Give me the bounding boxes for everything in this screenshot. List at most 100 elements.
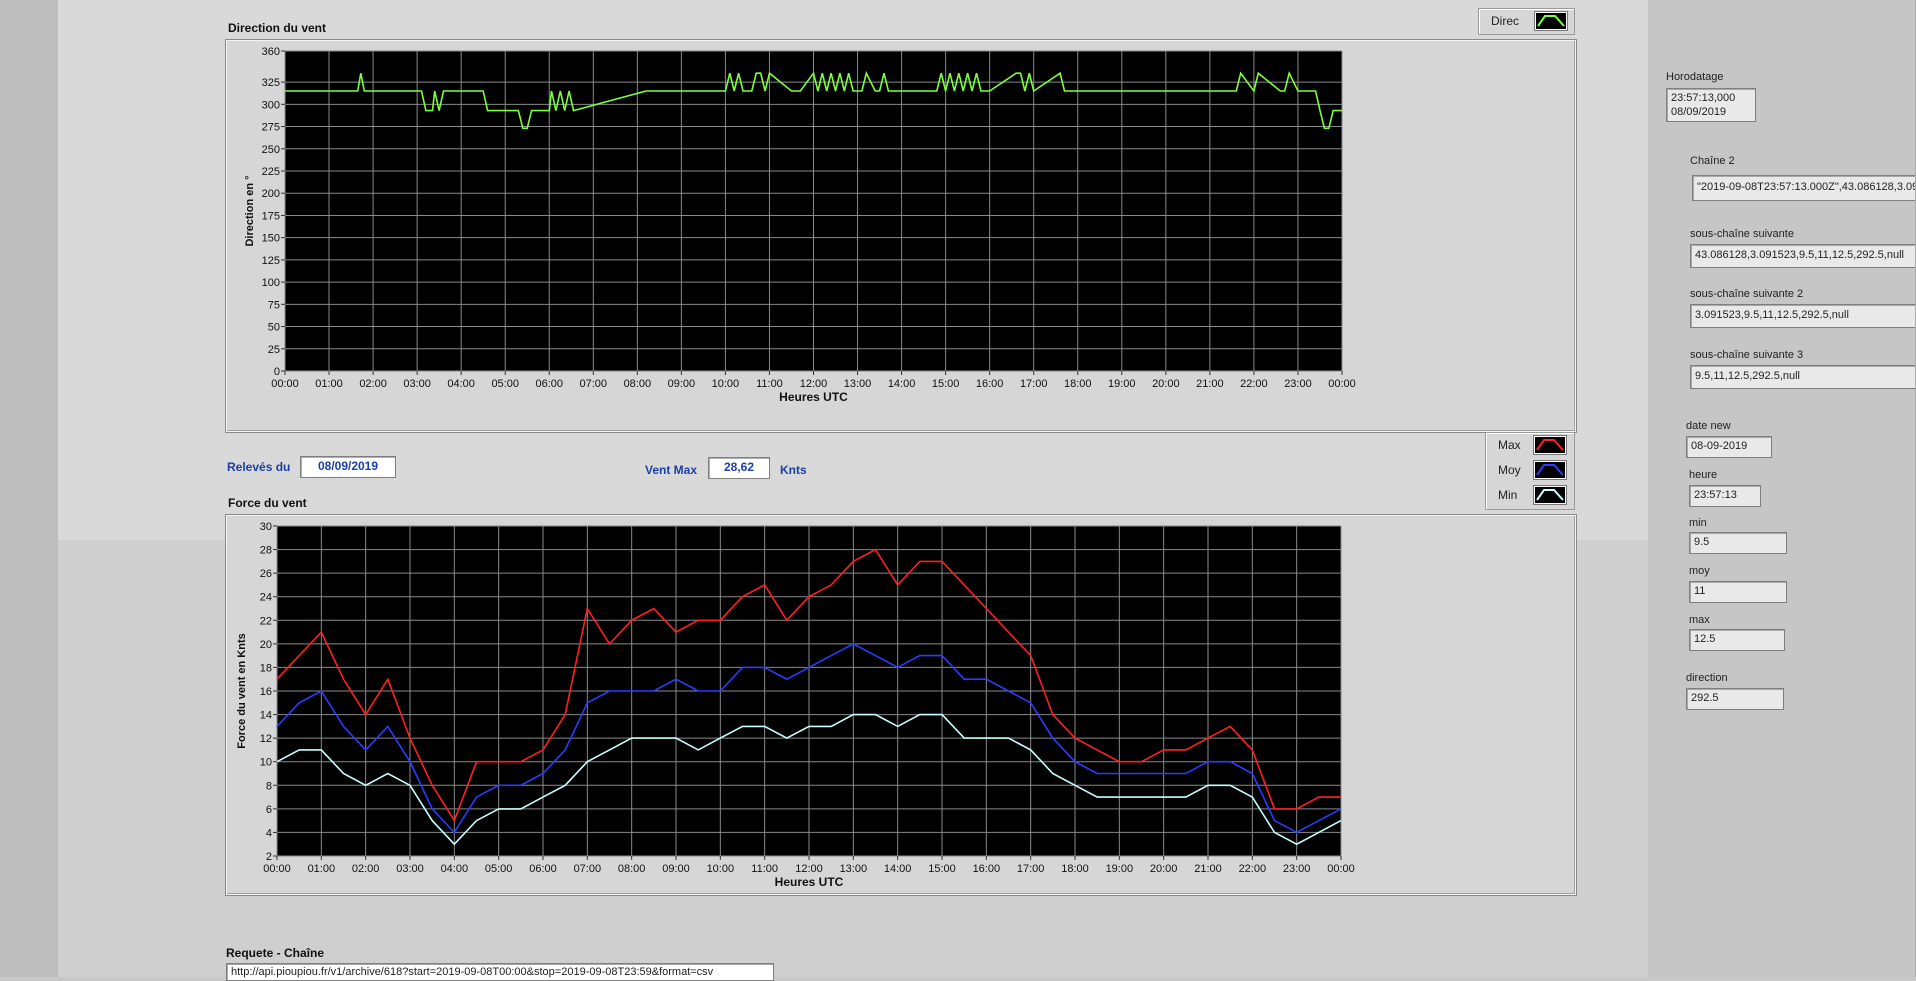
sous3-field[interactable]: 9.5,11,12.5,292.5,null (1690, 365, 1916, 389)
direction-legend[interactable]: Direc (1478, 8, 1575, 35)
direction-chart-x-tick-label: 09:00 (668, 378, 696, 390)
force-chart-y-tick-label: 20 (260, 639, 272, 651)
direction-chart-y-tick-label: 150 (262, 233, 280, 245)
direction-chart-y-tick-label: 125 (262, 255, 280, 267)
force-chart-x-tick-label: 13:00 (840, 863, 868, 875)
direction-chart-x-tick-label: 17:00 (1020, 378, 1048, 390)
horodatage-field[interactable]: 23:57:13,000 08/09/2019 (1666, 88, 1756, 122)
force-chart-y-axis-label: Force du vent en Knts (236, 633, 248, 749)
chaine2-field[interactable]: "2019-09-08T23:57:13.000Z",43.086128,3.0… (1692, 175, 1916, 201)
force-chart-y-tick-label: 28 (260, 545, 272, 557)
direction-chart-y-tick-label: 360 (262, 46, 280, 58)
direction-chart-x-tick-label: 05:00 (491, 378, 519, 390)
force-chart-y-tick-label: 6 (266, 804, 272, 816)
direction-field[interactable]: 292.5 (1686, 688, 1784, 710)
force-chart-x-tick-label: 22:00 (1239, 863, 1267, 875)
direction-chart-x-tick-label: 00:00 (1328, 378, 1356, 390)
direction-chart-x-tick-label: 02:00 (359, 378, 387, 390)
force-chart-x-tick-label: 11:00 (751, 863, 778, 875)
force-chart-x-tick-label: 09:00 (662, 863, 690, 875)
force-chart-x-tick-label: 19:00 (1106, 863, 1134, 875)
max-field[interactable]: 12.5 (1689, 629, 1785, 651)
force-chart-y-tick-label: 4 (266, 827, 272, 839)
heure-field[interactable]: 23:57:13 (1689, 485, 1761, 507)
direction-legend-line-icon (1537, 15, 1565, 27)
sous1-label: sous-chaîne suivante (1690, 228, 1794, 240)
direction-legend-swatch[interactable] (1534, 11, 1568, 31)
datenew-field[interactable]: 08-09-2019 (1686, 436, 1772, 458)
force-chart-x-tick-label: 16:00 (973, 863, 1001, 875)
force-chart-y-tick-label: 22 (260, 615, 272, 627)
force-chart-x-tick-label: 12:00 (795, 863, 823, 875)
force-chart-y-tick-label: 10 (260, 757, 272, 769)
force-chart-x-tick-label: 00:00 (1327, 863, 1355, 875)
direction-chart-y-tick-label: 250 (262, 144, 280, 156)
legend-min-swatch[interactable] (1533, 485, 1567, 505)
force-chart-x-tick-label: 04:00 (441, 863, 469, 875)
direction-chart-x-axis-label: Heures UTC (779, 390, 848, 404)
direction-chart-x-tick-label: 22:00 (1240, 378, 1268, 390)
force-chart-x-tick-label: 14:00 (884, 863, 912, 875)
direction-label: direction (1686, 672, 1728, 684)
force-chart-x-tick-label: 20:00 (1150, 863, 1178, 875)
force-chart-y-tick-label: 16 (260, 686, 272, 698)
sous2-field[interactable]: 3.091523,9.5,11,12.5,292.5,null (1690, 304, 1916, 328)
direction-chart-y-tick-label: 200 (262, 188, 280, 200)
direction-chart-x-tick-label: 18:00 (1064, 378, 1092, 390)
direction-chart-x-tick-label: 10:00 (712, 378, 740, 390)
legend-moy-label: Moy (1498, 463, 1521, 477)
force-chart: 00:00 01:00 02:00 03:00 04:00 05:00 06:00 07:00… (225, 514, 1577, 896)
max-label: max (1689, 614, 1710, 626)
moy-field[interactable]: 11 (1689, 581, 1787, 603)
force-chart-y-tick-label: 24 (260, 592, 272, 604)
direction-chart-x-tick-label: 15:00 (932, 378, 960, 390)
force-legend[interactable]: Max Moy Min (1485, 432, 1575, 510)
heure-label: heure (1689, 469, 1718, 481)
requete-label: Requete - Chaîne (226, 946, 325, 960)
force-chart-x-tick-label: 17:00 (1017, 863, 1045, 875)
direction-chart-x-tick-label: 00:00 (271, 378, 299, 390)
horodatage-time: 23:57:13,000 (1671, 92, 1736, 104)
direction-chart-y-tick-label: 175 (262, 210, 280, 222)
direction-chart-y-tick-label: 0 (274, 366, 280, 378)
force-chart-x-tick-label: 06:00 (529, 863, 557, 875)
ventmax-value-field[interactable]: 28,62 (708, 457, 770, 479)
ventmax-unit: Knts (780, 463, 807, 477)
releves-date-field[interactable]: 08/09/2019 (300, 456, 396, 478)
min-field[interactable]: 9.5 (1689, 532, 1787, 554)
direction-chart-y-tick-label: 100 (262, 277, 280, 289)
direction-chart-x-tick-label: 20:00 (1152, 378, 1180, 390)
force-chart-y-tick-label: 14 (260, 710, 272, 722)
force-chart-title: Force du vent (228, 496, 307, 510)
legend-max-label: Max (1498, 438, 1521, 452)
direction-chart-x-tick-label: 03:00 (403, 378, 431, 390)
direction-chart-y-tick-label: 275 (262, 122, 280, 134)
sous1-field[interactable]: 43.086128,3.091523,9.5,11,12.5,292.5,nul… (1690, 244, 1916, 268)
direction-chart-y-tick-label: 50 (268, 322, 280, 334)
direction-chart-x-tick-label: 16:00 (976, 378, 1004, 390)
sous3-label: sous-chaîne suivante 3 (1690, 349, 1804, 361)
legend-min-label: Min (1498, 488, 1518, 502)
force-chart-x-tick-label: 02:00 (352, 863, 380, 875)
legend-moy-line-icon (1536, 464, 1564, 476)
requete-url-field[interactable]: http://api.pioupiou.fr/v1/archive/618?st… (226, 963, 774, 981)
releves-label: Relevés du (227, 460, 291, 474)
legend-min-line-icon (1536, 489, 1564, 501)
legend-max-swatch[interactable] (1533, 435, 1567, 455)
force-chart-y-tick-label: 26 (260, 568, 272, 580)
horodatage-label: Horodatage (1666, 71, 1724, 83)
direction-chart-x-tick-label: 01:00 (315, 378, 343, 390)
force-chart-x-tick-label: 00:00 (263, 863, 291, 875)
direction-chart-x-tick-label: 21:00 (1196, 378, 1224, 390)
direction-chart-y-tick-label: 300 (262, 99, 280, 111)
direction-chart-svg: 00:00 01:00 02:00 03:00 04:00 05:00 06:00 07:00… (244, 46, 1356, 404)
direction-chart-x-tick-label: 04:00 (447, 378, 475, 390)
direction-chart-x-tick-label: 19:00 (1108, 378, 1136, 390)
legend-moy-swatch[interactable] (1533, 460, 1567, 480)
direction-legend-label: Direc (1491, 14, 1520, 28)
direction-chart-x-tick-label: 06:00 (535, 378, 563, 390)
force-chart-x-tick-label: 21:00 (1194, 863, 1222, 875)
direction-chart-x-tick-label: 12:00 (800, 378, 828, 390)
force-chart-x-tick-label: 07:00 (574, 863, 602, 875)
min-label: min (1689, 517, 1707, 529)
